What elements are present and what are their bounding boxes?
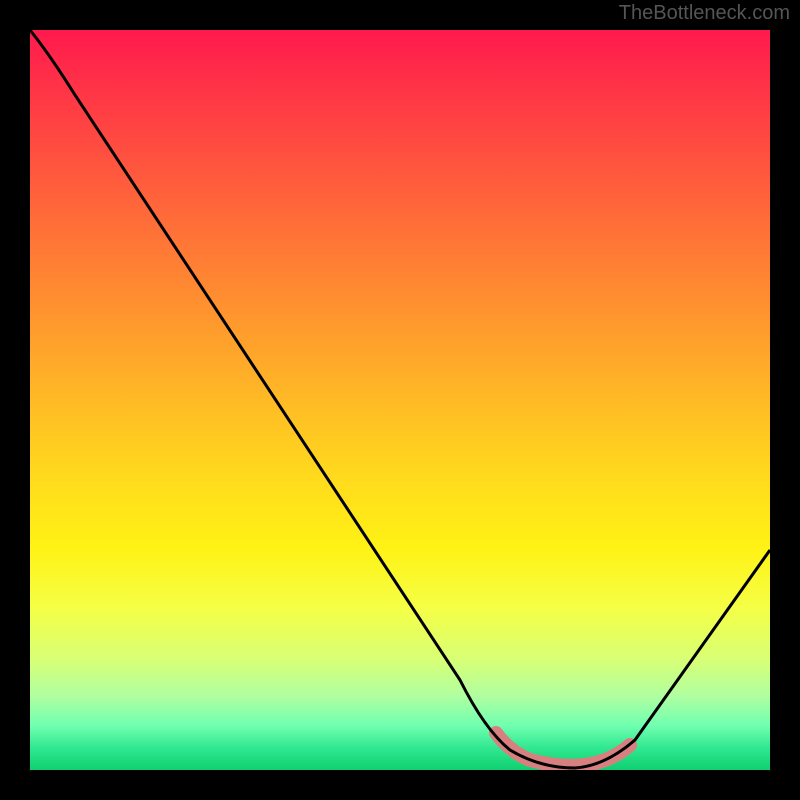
chart-container: TheBottleneck.com — [0, 0, 800, 800]
bottleneck-curve — [30, 30, 770, 768]
plot-area — [30, 30, 770, 770]
optimal-range-highlight — [496, 733, 630, 766]
curve-svg — [30, 30, 770, 770]
watermark-text: TheBottleneck.com — [619, 2, 790, 25]
